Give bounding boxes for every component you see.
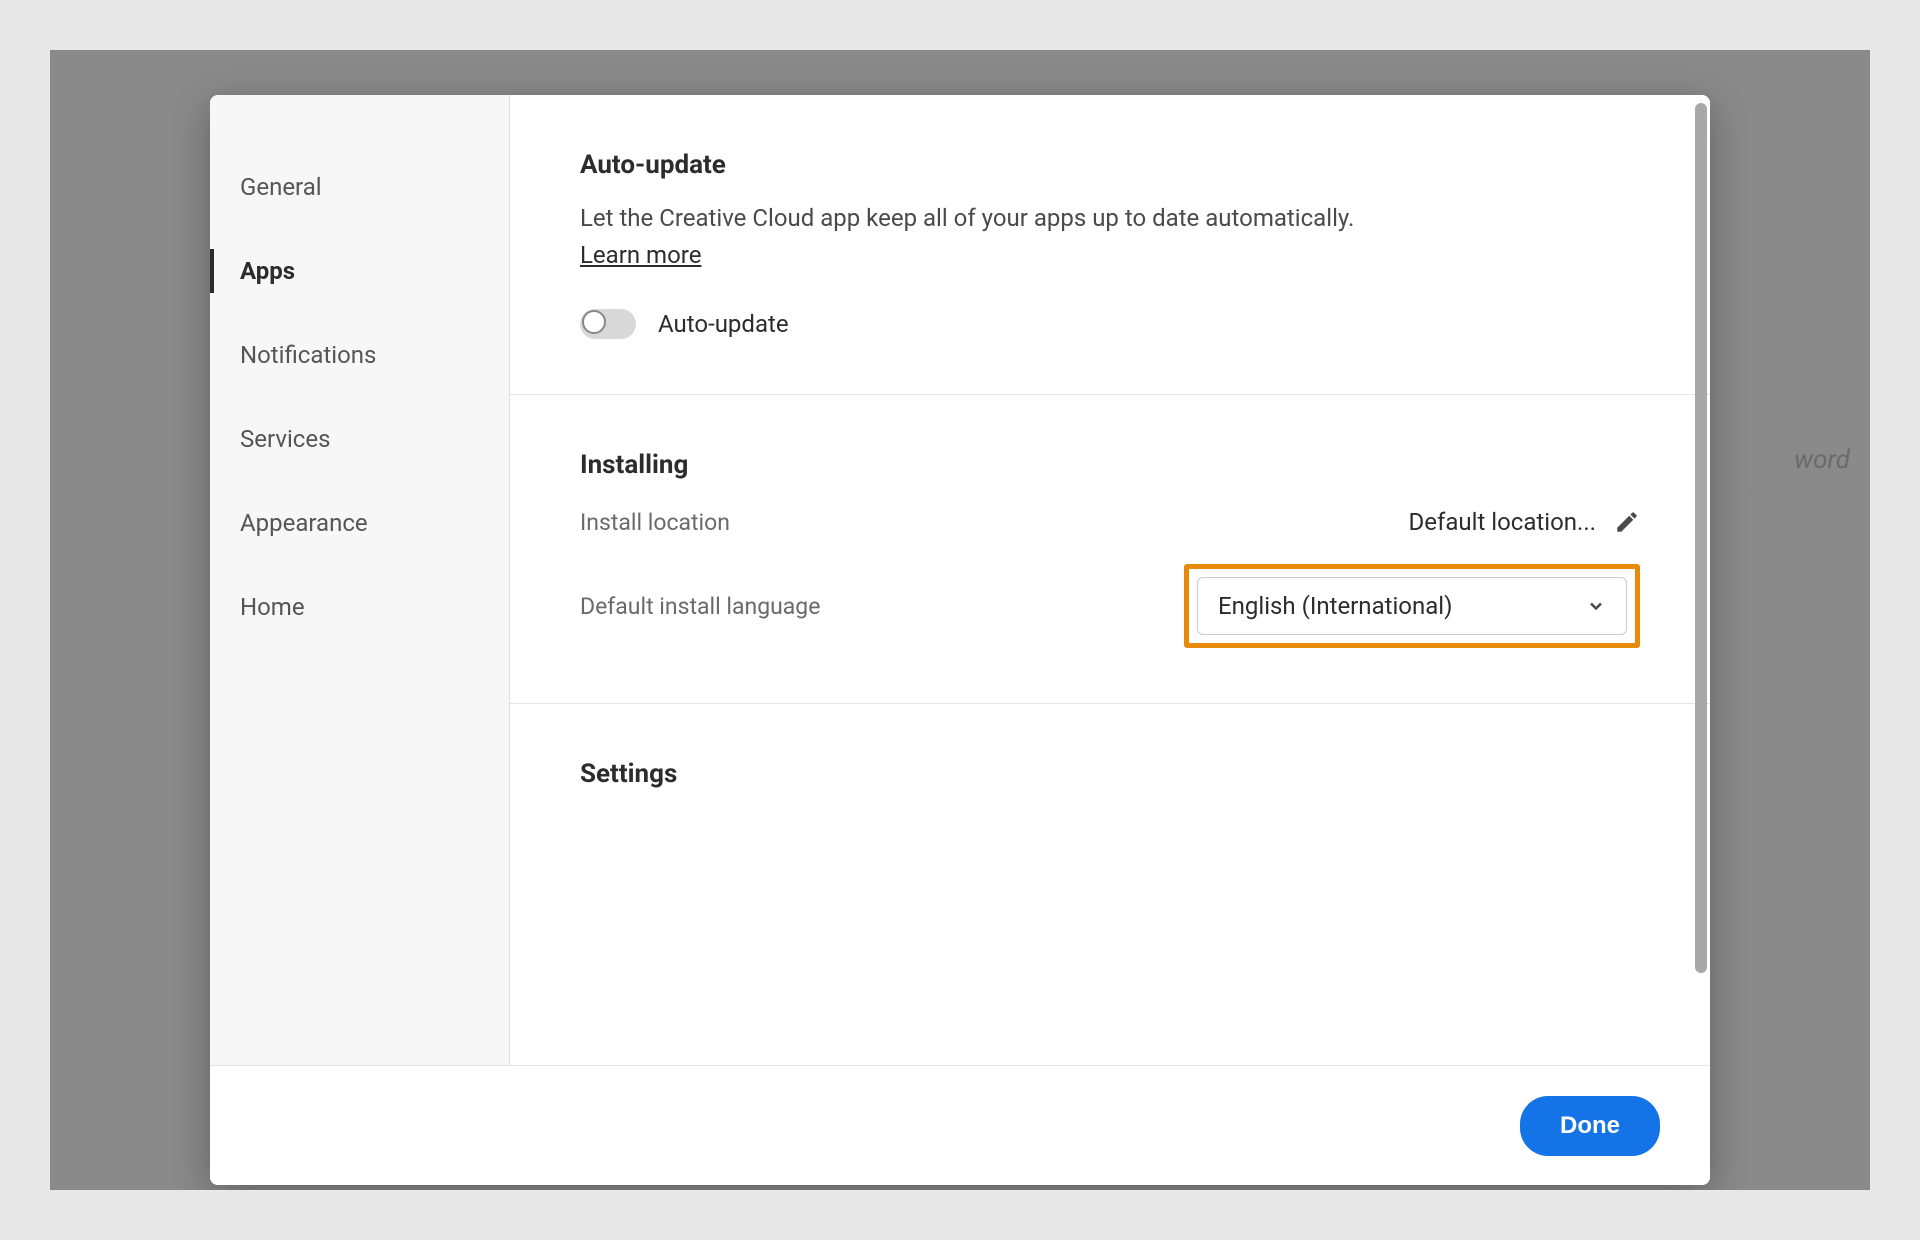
done-button[interactable]: Done (1520, 1096, 1660, 1156)
chevron-down-icon (1586, 596, 1606, 616)
sidebar: General Apps Notifications Services Appe… (210, 95, 510, 1065)
sidebar-item-label: Appearance (240, 509, 368, 537)
sidebar-item-label: General (240, 173, 322, 201)
sidebar-item-label: Notifications (240, 341, 376, 369)
section-title: Settings (580, 759, 1640, 789)
select-value: English (International) (1218, 592, 1453, 620)
install-location-row: Install location Default location... (580, 508, 1640, 536)
settings-section: Settings (510, 704, 1710, 819)
sidebar-item-label: Apps (240, 257, 295, 285)
background-overlay: word General Apps Notifications Services (50, 50, 1870, 1190)
sidebar-item-apps[interactable]: Apps (210, 229, 509, 313)
sidebar-item-label: Services (240, 425, 330, 453)
background-hint-text: word (1794, 445, 1850, 475)
auto-update-section: Auto-update Let the Creative Cloud app k… (510, 95, 1710, 395)
sidebar-item-notifications[interactable]: Notifications (210, 313, 509, 397)
highlight-annotation: English (International) (1184, 564, 1640, 648)
content-area: Auto-update Let the Creative Cloud app k… (510, 95, 1710, 1065)
section-title: Installing (580, 450, 1640, 480)
auto-update-toggle[interactable] (580, 309, 636, 339)
scrollbar-thumb[interactable] (1695, 103, 1707, 973)
sidebar-item-label: Home (240, 593, 305, 621)
sidebar-item-appearance[interactable]: Appearance (210, 481, 509, 565)
dialog-body: General Apps Notifications Services Appe… (210, 95, 1710, 1065)
install-language-label: Default install language (580, 593, 820, 620)
scrollbar-track[interactable] (1695, 103, 1707, 983)
sidebar-item-general[interactable]: General (210, 145, 509, 229)
learn-more-link[interactable]: Learn more (580, 241, 701, 269)
toggle-knob (582, 310, 606, 334)
install-location-value: Default location... (1409, 508, 1597, 536)
install-language-select[interactable]: English (International) (1197, 577, 1627, 635)
preferences-dialog: General Apps Notifications Services Appe… (210, 95, 1710, 1185)
sidebar-item-services[interactable]: Services (210, 397, 509, 481)
dialog-footer: Done (210, 1065, 1710, 1185)
section-title: Auto-update (580, 150, 1640, 180)
background-divider (1690, 492, 1870, 493)
toggle-label: Auto-update (658, 310, 789, 338)
section-description: Let the Creative Cloud app keep all of y… (580, 200, 1640, 236)
pencil-icon[interactable] (1614, 509, 1640, 535)
sidebar-item-home[interactable]: Home (210, 565, 509, 649)
installing-section: Installing Install location Default loca… (510, 395, 1710, 704)
auto-update-toggle-row: Auto-update (580, 309, 1640, 339)
install-language-row: Default install language English (Intern… (580, 564, 1640, 648)
install-location-label: Install location (580, 509, 730, 536)
